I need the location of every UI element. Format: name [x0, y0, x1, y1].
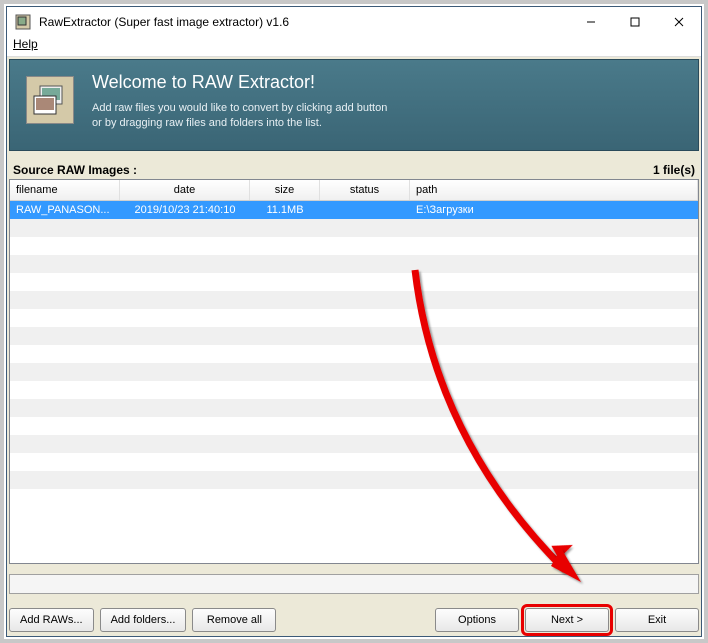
- app-icon: [15, 14, 31, 30]
- table-row: [10, 471, 698, 489]
- options-button[interactable]: Options: [435, 608, 519, 632]
- progress-bar: [9, 574, 699, 594]
- close-button[interactable]: [657, 7, 701, 37]
- menu-help[interactable]: Help: [13, 37, 38, 51]
- cell-path: E:\Загрузки: [410, 204, 698, 216]
- table-row: [10, 363, 698, 381]
- col-status[interactable]: status: [320, 180, 410, 200]
- cell-size: 11.1MB: [250, 204, 320, 216]
- maximize-button[interactable]: [613, 7, 657, 37]
- titlebar: RawExtractor (Super fast image extractor…: [7, 7, 701, 37]
- cell-date: 2019/10/23 21:40:10: [120, 204, 250, 216]
- banner-heading: Welcome to RAW Extractor!: [92, 72, 387, 93]
- table-row: [10, 417, 698, 435]
- table-row: [10, 219, 698, 237]
- source-list-section: Source RAW Images : 1 file(s) filename d…: [9, 161, 699, 564]
- next-button[interactable]: Next >: [525, 608, 609, 632]
- grid-header: filename date size status path: [10, 180, 698, 201]
- minimize-button[interactable]: [569, 7, 613, 37]
- grid-body: RAW_PANASON...2019/10/23 21:40:1011.1MB E…: [10, 201, 698, 563]
- banner-icon: [26, 76, 74, 124]
- table-row: [10, 453, 698, 471]
- list-title: Source RAW Images :: [13, 163, 137, 177]
- table-row: [10, 309, 698, 327]
- table-row[interactable]: RAW_PANASON...2019/10/23 21:40:1011.1MB E…: [10, 201, 698, 219]
- banner-sub1: Add raw files you would like to convert …: [92, 101, 387, 116]
- exit-button[interactable]: Exit: [615, 608, 699, 632]
- col-date[interactable]: date: [120, 180, 250, 200]
- table-row: [10, 381, 698, 399]
- file-grid[interactable]: filename date size status path RAW_PANAS…: [9, 179, 699, 564]
- welcome-banner: Welcome to RAW Extractor! Add raw files …: [9, 59, 699, 151]
- table-row: [10, 291, 698, 309]
- table-row: [10, 237, 698, 255]
- remove-all-button[interactable]: Remove all: [192, 608, 276, 632]
- content-area: Welcome to RAW Extractor! Add raw files …: [7, 57, 701, 636]
- add-folders-button[interactable]: Add folders...: [100, 608, 187, 632]
- add-raws-button[interactable]: Add RAWs...: [9, 608, 94, 632]
- table-row: [10, 345, 698, 363]
- col-filename[interactable]: filename: [10, 180, 120, 200]
- table-row: [10, 327, 698, 345]
- table-row: [10, 435, 698, 453]
- col-size[interactable]: size: [250, 180, 320, 200]
- table-row: [10, 273, 698, 291]
- file-count: 1 file(s): [653, 163, 695, 177]
- table-row: [10, 399, 698, 417]
- col-path[interactable]: path: [410, 180, 698, 200]
- cell-filename: RAW_PANASON...: [10, 204, 120, 216]
- button-bar: Add RAWs... Add folders... Remove all Op…: [9, 604, 699, 634]
- banner-sub2: or by dragging raw files and folders int…: [92, 116, 387, 131]
- app-window: RawExtractor (Super fast image extractor…: [6, 6, 702, 637]
- window-title: RawExtractor (Super fast image extractor…: [39, 15, 569, 29]
- table-row: [10, 255, 698, 273]
- menubar: Help: [7, 37, 701, 57]
